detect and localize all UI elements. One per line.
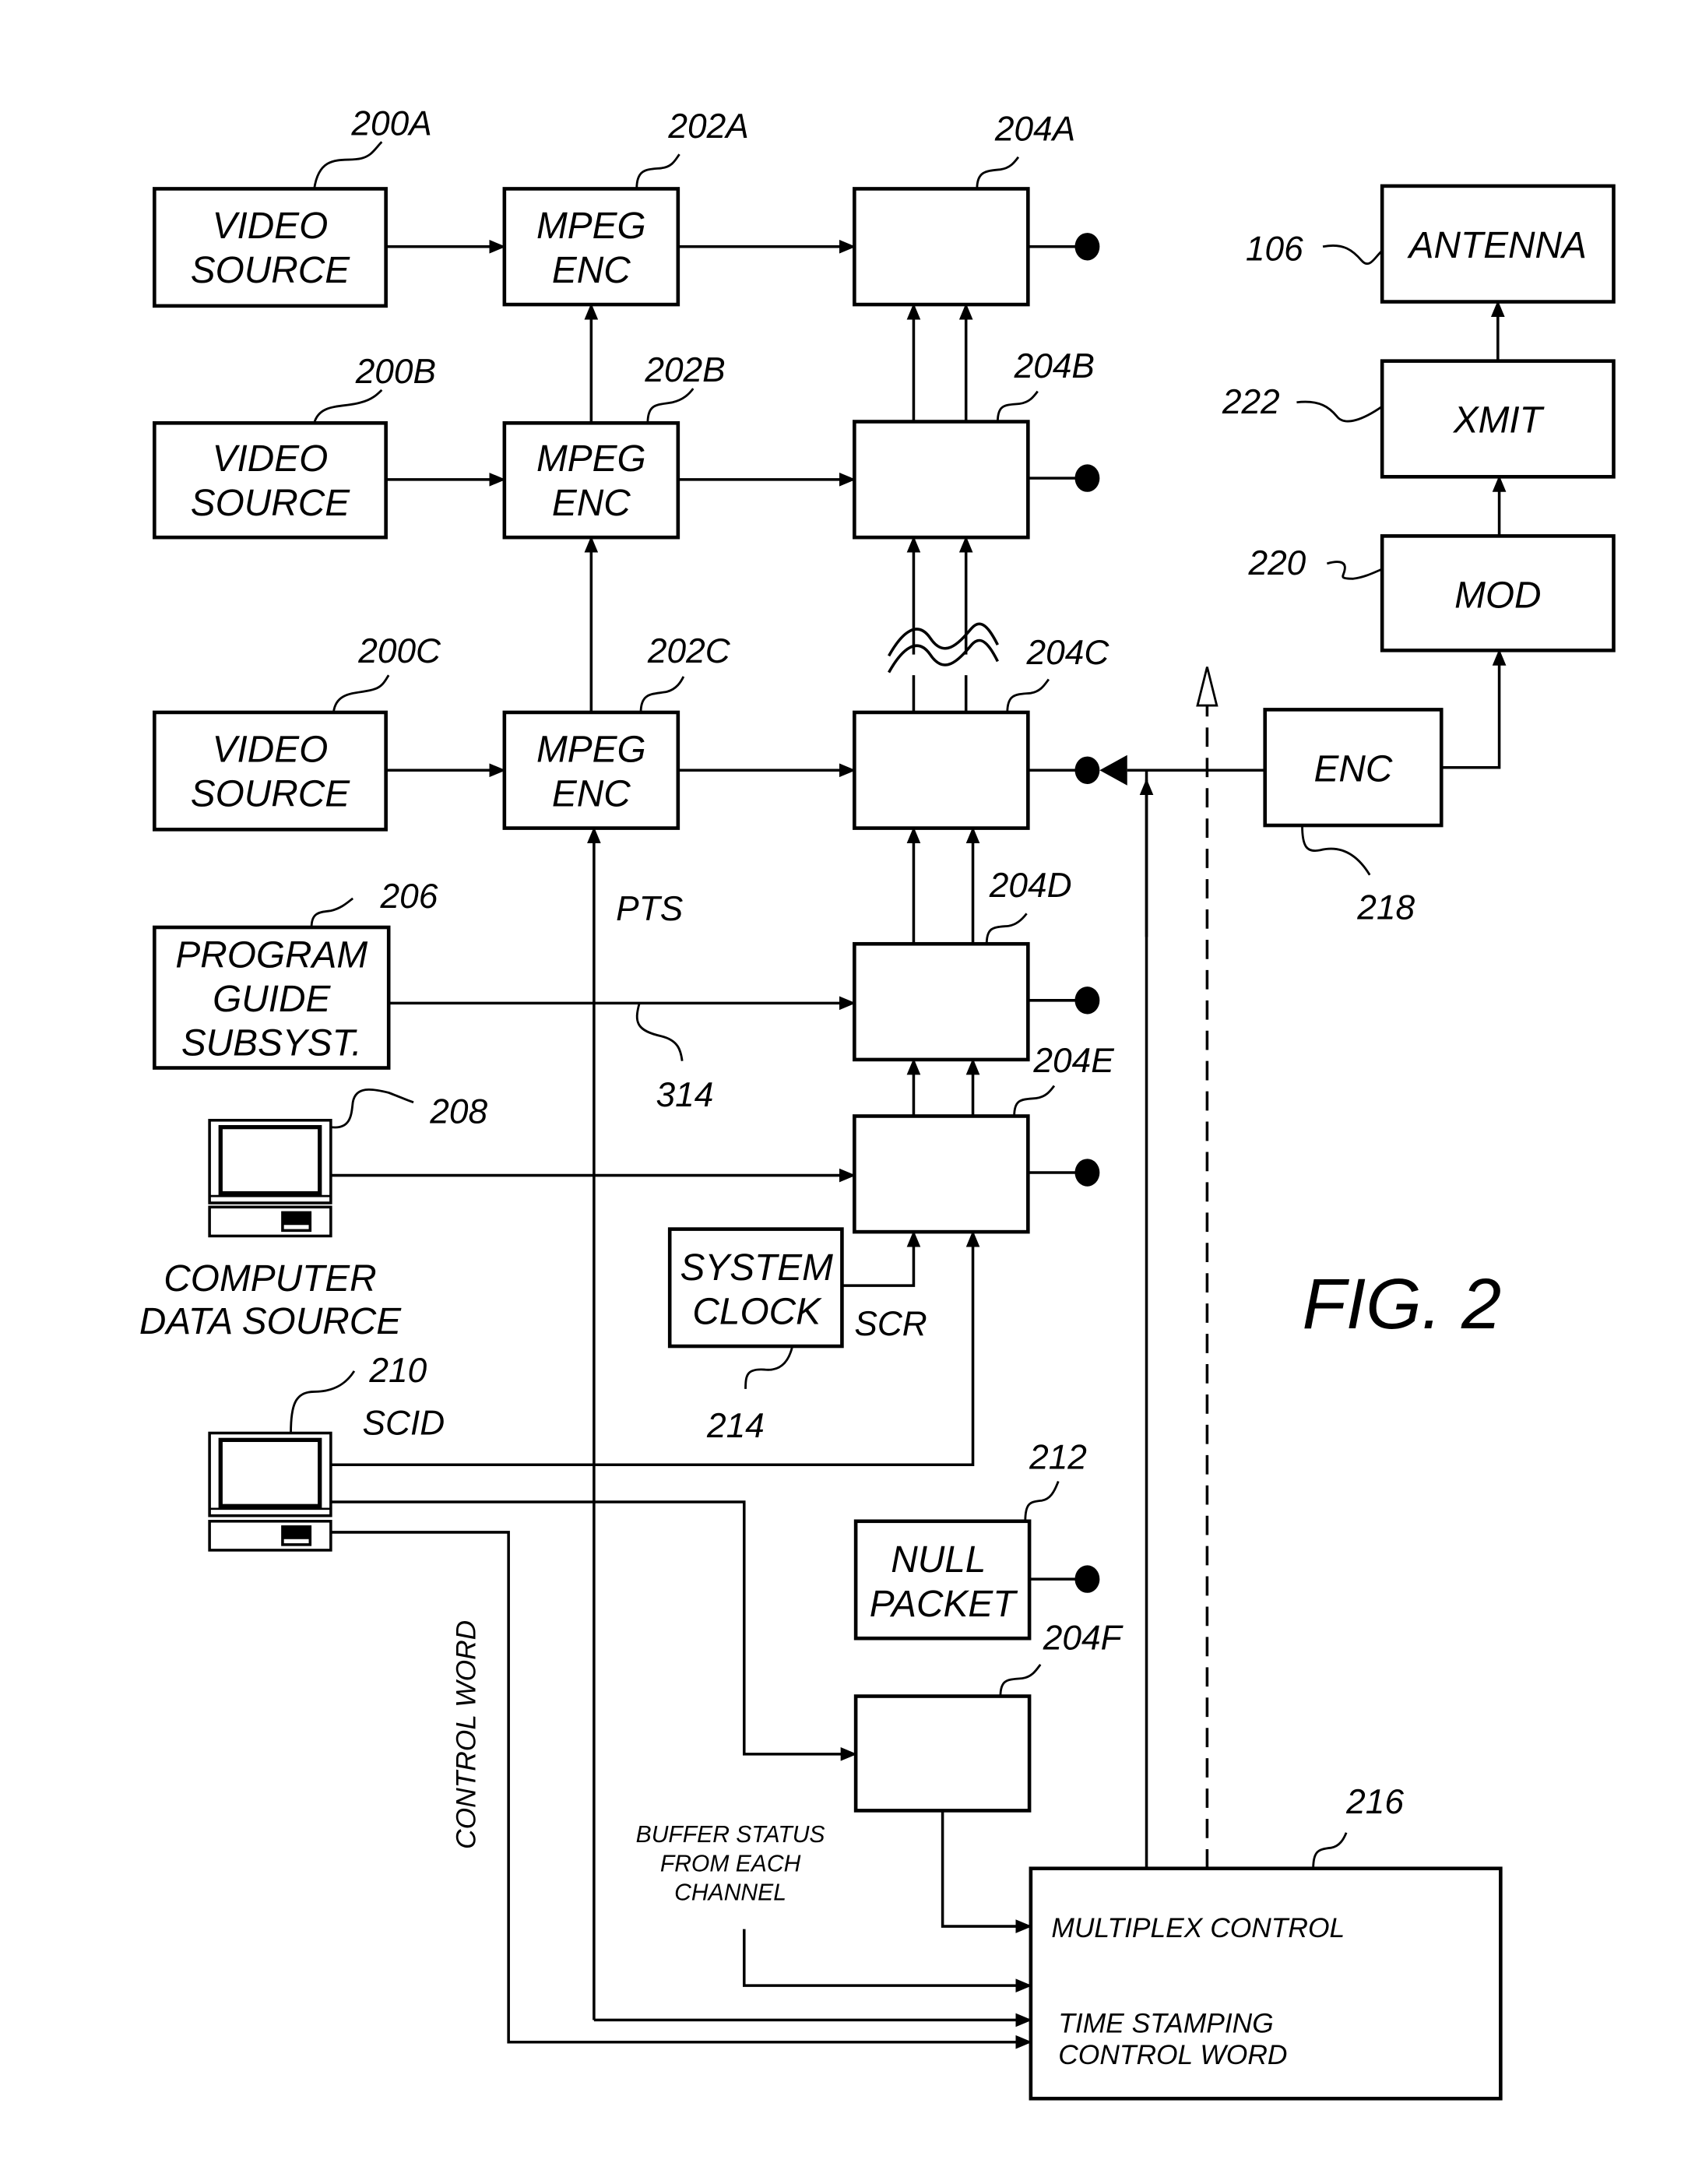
ref-204e: 204E [1032, 1042, 1114, 1080]
program-guide-line1: PROGRAM [175, 934, 367, 976]
antenna-label: ANTENNA [1407, 225, 1587, 266]
ref-200a: 200A [350, 104, 431, 142]
computer-icon [208, 1119, 332, 1238]
buffer-status-line1: BUFFER STATUS [636, 1822, 825, 1848]
scid-label: SCID [363, 1404, 445, 1442]
ref-106: 106 [1246, 230, 1303, 268]
mpeg-enc-c-line2: ENC [552, 773, 631, 814]
system-clock-line1: SYSTEM [680, 1247, 833, 1289]
ref-206: 206 [380, 877, 438, 916]
ref-202a: 202A [667, 107, 748, 146]
system-clock-line2: CLOCK [692, 1292, 822, 1333]
ref-314: 314 [656, 1076, 714, 1114]
control-word-label: CONTROL WORD [1058, 2040, 1287, 2070]
buffer-204a: 204A [853, 111, 1075, 307]
video-source-a: VIDEO SOURCE 200A [153, 104, 432, 308]
enc-label: ENC [1314, 748, 1393, 790]
buffer-status-line3: CHANNEL [674, 1880, 786, 1905]
pts-label: PTS [616, 890, 684, 928]
mpeg-enc-a-line1: MPEG [536, 206, 646, 247]
ref-216: 216 [1345, 1783, 1404, 1821]
null-packet-line1: NULL [891, 1539, 986, 1581]
buffer-status-line2: FROM EACH [660, 1851, 801, 1876]
block-diagram: VIDEO SOURCE 200A VIDEO SOURCE 200B VIDE… [139, 104, 1616, 2101]
xmit-label: XMIT [1453, 400, 1545, 441]
mpeg-enc-b: MPEG ENC 202B [502, 351, 726, 540]
video-source-c-line2: SOURCE [191, 773, 350, 814]
buffer-204e: 204E [853, 1042, 1114, 1234]
mpeg-enc-a-line2: ENC [552, 250, 631, 291]
ref-222: 222 [1222, 383, 1280, 421]
terminal-dot [1074, 986, 1100, 1015]
ref-212: 212 [1029, 1439, 1087, 1477]
null-packet-line2: PACKET [870, 1584, 1018, 1625]
multiplex-control: MULTIPLEX CONTROL TIME STAMPING CONTROL … [1029, 1783, 1503, 2101]
video-source-c: VIDEO SOURCE 200C [153, 632, 441, 832]
computer-data-source: 208 COMPUTER DATA SOURCE [139, 1088, 487, 1342]
scid-computer: 210 SCID [208, 1352, 445, 1552]
computer-data-source-line1: COMPUTER [164, 1258, 376, 1299]
null-packet: NULL PACKET 212 [853, 1439, 1087, 1641]
ref-214: 214 [706, 1407, 765, 1445]
video-source-a-line1: VIDEO [213, 206, 329, 247]
control-word-vertical-label: CONTROL WORD [452, 1620, 482, 1849]
mpeg-enc-b-line2: ENC [552, 483, 631, 524]
buffer-204d: 204D [853, 867, 1072, 1062]
ref-220: 220 [1247, 544, 1306, 582]
terminal-dot [1074, 756, 1100, 784]
buffer-204f: 204F [853, 1619, 1124, 1813]
ref-202c: 202C [647, 632, 731, 670]
ref-218: 218 [1356, 888, 1415, 927]
figure-title: FIG. 2 [1303, 1264, 1502, 1344]
mpeg-enc-b-line1: MPEG [536, 438, 646, 480]
video-source-b: VIDEO SOURCE 200B [153, 353, 436, 540]
ref-204d: 204D [989, 867, 1072, 905]
time-stamping-label: TIME STAMPING [1058, 2008, 1273, 2038]
mpeg-enc-c: MPEG ENC 202C [502, 632, 731, 830]
computer-icon [208, 1431, 332, 1552]
video-source-b-line1: VIDEO [213, 438, 329, 480]
ref-204a: 204A [994, 111, 1075, 149]
mod-label: MOD [1454, 575, 1541, 616]
enc-block: ENC 218 [1263, 708, 1444, 927]
buffer-204c: 204C [853, 634, 1110, 830]
ref-204c: 204C [1026, 634, 1110, 672]
ref-202b: 202B [644, 351, 725, 389]
video-source-a-line2: SOURCE [191, 250, 350, 291]
multiplex-control-label: MULTIPLEX CONTROL [1051, 1913, 1345, 1943]
program-guide-subsystem: PROGRAM GUIDE SUBSYST. 206 [153, 877, 438, 1070]
antenna-block: ANTENNA 106 [1246, 184, 1616, 304]
program-guide-line3: SUBSYST. [181, 1023, 362, 1064]
program-guide-line2: GUIDE [213, 979, 331, 1020]
terminal-dot [1074, 233, 1100, 261]
terminal-dot [1074, 1159, 1100, 1187]
xmit-block: XMIT 222 [1222, 359, 1616, 479]
buffer-204b: 204B [853, 347, 1095, 540]
computer-data-source-line2: DATA SOURCE [139, 1301, 402, 1342]
mpeg-enc-c-line1: MPEG [536, 730, 646, 771]
ref-204b: 204B [1014, 347, 1095, 385]
scr-label: SCR [854, 1305, 927, 1343]
terminal-dot [1074, 1565, 1100, 1593]
ref-200c: 200C [357, 632, 441, 670]
mod-block: MOD 220 [1247, 534, 1616, 652]
system-clock: SYSTEM CLOCK 214 SCR [667, 1227, 927, 1445]
ref-204f: 204F [1043, 1619, 1124, 1657]
terminal-dot [1074, 464, 1100, 492]
ref-210: 210 [368, 1352, 427, 1390]
video-source-b-line2: SOURCE [191, 483, 350, 524]
output-terminals [1028, 233, 1100, 1593]
ref-200b: 200B [355, 353, 436, 391]
mpeg-enc-a: MPEG ENC 202A [502, 107, 749, 307]
ref-208: 208 [429, 1092, 487, 1131]
video-source-c-line1: VIDEO [213, 730, 329, 771]
